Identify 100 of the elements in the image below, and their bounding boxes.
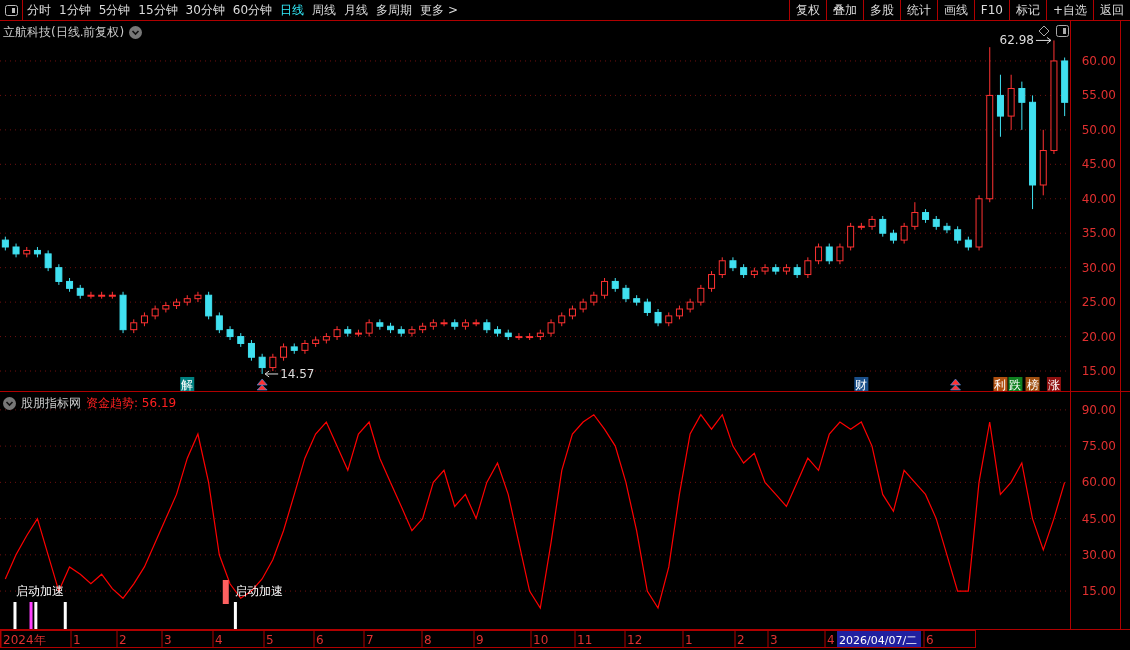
candlestick (333, 325, 341, 341)
candlestick (108, 291, 116, 300)
candlestick (515, 332, 523, 341)
toolbar-button[interactable]: 返回 (1093, 0, 1130, 20)
period-tab[interactable]: 多周期 (372, 0, 417, 20)
toolbar-button[interactable]: F10 (973, 0, 1009, 20)
arrow-icon (1035, 36, 1052, 44)
candlestick (686, 298, 694, 313)
event-badge[interactable]: 解 (180, 377, 195, 391)
period-tab[interactable]: 15分钟 (134, 0, 182, 20)
candlestick (140, 311, 148, 327)
candlestick (643, 298, 651, 317)
date-cursor: 2026/04/07/二 (837, 631, 921, 647)
period-tab[interactable]: 5分钟 (94, 0, 135, 20)
candlestick (1, 236, 9, 251)
candlestick (558, 311, 566, 327)
axis-label: 90.00 (1081, 402, 1116, 417)
candlestick (55, 263, 63, 286)
panel-icon[interactable] (1056, 25, 1069, 37)
period-tab[interactable]: 30分钟 (181, 0, 229, 20)
axis-label: 3 (164, 632, 172, 647)
candlestick (740, 263, 748, 279)
candlestick (633, 294, 641, 307)
candlestick (226, 325, 234, 341)
candlestick (451, 318, 459, 331)
candlestick (847, 222, 855, 251)
axis-label: 75.00 (1081, 439, 1116, 454)
period-tab[interactable]: 60分钟 (228, 0, 277, 20)
candlestick (804, 256, 812, 279)
candlestick (793, 263, 801, 279)
toolbar-button[interactable]: +自选 (1045, 0, 1093, 20)
candlestick (429, 318, 437, 331)
candlestick (665, 311, 673, 327)
toolbar-button[interactable]: 统计 (899, 0, 937, 20)
indicator-reading: 资金趋势: 56.19 (86, 395, 177, 412)
period-tab[interactable]: 更多 > (416, 0, 462, 20)
candlestick (782, 263, 790, 276)
toolbar-button[interactable]: 画线 (936, 0, 974, 20)
candlestick (269, 353, 277, 372)
up-chevron-icon[interactable] (256, 378, 268, 391)
event-badge[interactable]: 跌 (1008, 377, 1023, 391)
toolbar-button[interactable]: 叠加 (825, 0, 863, 20)
period-tab[interactable]: 分时 (23, 0, 55, 20)
period-tab[interactable]: 1分钟 (55, 0, 95, 20)
period-tab[interactable]: 月线 (340, 0, 373, 20)
event-badge[interactable]: 利 (993, 377, 1008, 391)
axis-label: 25.00 (1081, 295, 1116, 310)
candlestick (579, 298, 587, 313)
event-badge[interactable]: 财 (854, 377, 869, 391)
axis-label: 7 (366, 632, 374, 647)
period-tab[interactable]: 日线 (276, 0, 309, 20)
candlestick (98, 291, 106, 300)
diamond-icon[interactable] (1038, 25, 1050, 37)
candlestick (301, 339, 309, 355)
arrow-icon (264, 370, 279, 378)
candlestick (857, 222, 865, 231)
candlestick (889, 229, 897, 245)
toolbar-button[interactable]: 多股 (862, 0, 900, 20)
caret-icon[interactable] (129, 26, 143, 39)
candlestick (376, 318, 384, 331)
candlestick (601, 277, 609, 300)
candlestick (868, 215, 876, 231)
candlestick (205, 291, 213, 320)
candlestick (943, 222, 951, 234)
event-badge[interactable]: 榜 (1025, 377, 1040, 391)
candlestick (472, 318, 480, 327)
axis-label: 40.00 (1081, 191, 1116, 206)
signal-label: 启动加速 (235, 584, 284, 598)
indicator-name: 股朋指标网 (21, 395, 81, 412)
candlestick (397, 325, 405, 338)
axis-label: 6 (926, 632, 934, 647)
candlestick (408, 325, 416, 338)
candlestick (911, 201, 919, 231)
candlestick (237, 332, 245, 348)
candlestick (494, 325, 502, 338)
candlestick (954, 225, 962, 245)
caret-icon[interactable] (3, 397, 16, 410)
candlestick (590, 291, 598, 307)
axis-label: 1 (685, 632, 693, 647)
axis-label: 1 (73, 632, 81, 647)
candlestick (12, 243, 20, 258)
toolbar-button[interactable]: 标记 (1008, 0, 1046, 20)
axis-label: 35.00 (1081, 226, 1116, 241)
candlestick (23, 246, 31, 258)
candlestick (761, 263, 769, 276)
period-tab[interactable]: 周线 (308, 0, 341, 20)
axis-label: 55.00 (1081, 88, 1116, 103)
candlestick (215, 311, 223, 334)
candlestick (461, 318, 469, 331)
signal-label: 启动加速 (16, 584, 64, 598)
event-badge[interactable]: 涨 (1046, 377, 1061, 391)
candlestick (975, 194, 983, 251)
candlestick (815, 243, 823, 265)
up-chevron-icon[interactable] (950, 378, 961, 391)
candlestick (504, 329, 512, 341)
candlestick (611, 277, 619, 293)
candlestick (119, 291, 127, 334)
candlestick (344, 325, 352, 338)
axis-label: 30.00 (1081, 260, 1116, 275)
toolbar-button[interactable]: 复权 (788, 0, 826, 20)
